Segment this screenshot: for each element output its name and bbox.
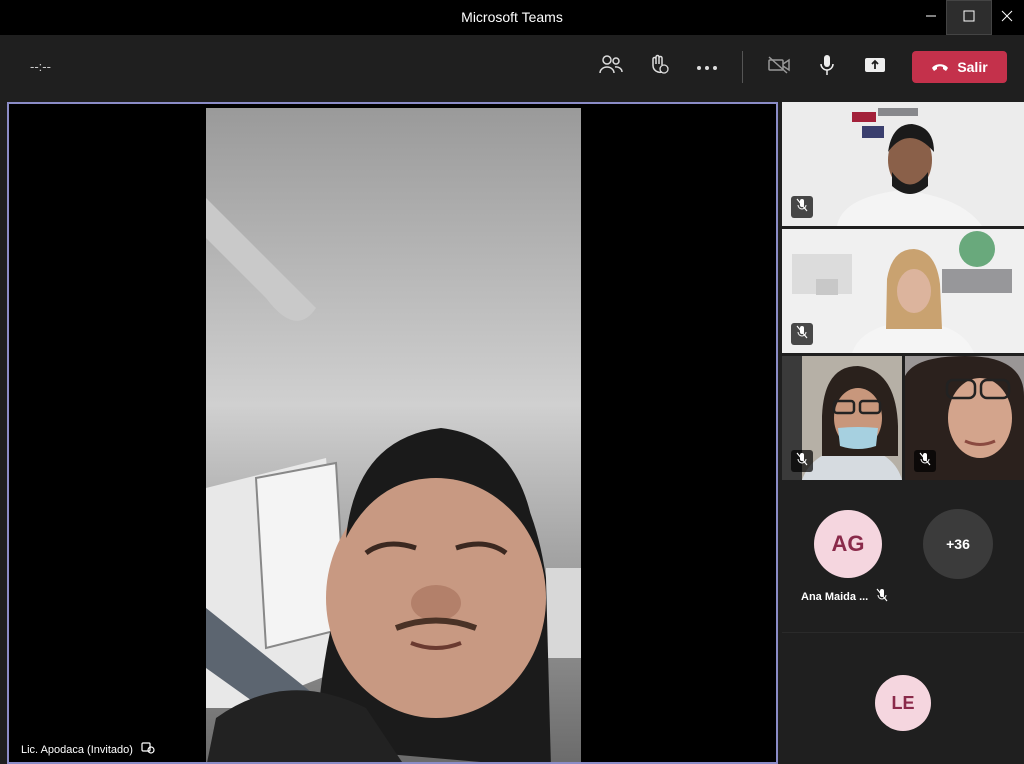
more-options-button[interactable] [693, 53, 721, 81]
video-tile[interactable] [782, 229, 1024, 353]
camera-toggle-button[interactable] [765, 53, 793, 81]
participant-name-tag: Ana Maida ... [801, 588, 888, 605]
video-tile[interactable] [782, 356, 902, 480]
phone-hangup-icon [931, 59, 949, 75]
leave-label: Salir [957, 59, 988, 75]
share-screen-button[interactable] [861, 53, 889, 81]
microphone-button[interactable] [813, 53, 841, 81]
window-title: Microsoft Teams [461, 9, 563, 25]
title-bar: Microsoft Teams [0, 0, 1024, 35]
minimize-icon [925, 9, 937, 27]
mic-off-badge [791, 196, 813, 218]
video-tile[interactable] [782, 102, 1024, 226]
video-tile-feed [782, 102, 1024, 226]
participant-avatar[interactable]: AG [814, 510, 882, 578]
meeting-timer: --:-- [30, 59, 51, 74]
raise-hand-icon [648, 54, 670, 81]
participants-icon [599, 54, 623, 81]
mic-off-icon [796, 198, 808, 217]
participant-name: Lic. Apodaca (Invitado) [21, 743, 133, 756]
microphone-icon [819, 54, 835, 81]
mic-off-icon [796, 452, 808, 471]
camera-off-icon [767, 55, 791, 79]
maximize-icon [963, 9, 975, 27]
toolbar-divider [742, 51, 743, 83]
video-tile[interactable] [905, 356, 1024, 480]
mic-off-icon [919, 452, 931, 471]
participants-button[interactable] [597, 53, 625, 81]
close-icon [1001, 9, 1013, 27]
mic-off-badge [791, 450, 813, 472]
share-screen-icon [864, 56, 886, 79]
main-video-label: Lic. Apodaca (Invitado) [21, 742, 155, 757]
more-options-icon [696, 58, 718, 76]
reactions-button[interactable] [645, 53, 673, 81]
mic-off-icon [876, 588, 888, 605]
mic-off-icon [796, 325, 808, 344]
main-video-tile[interactable]: Lic. Apodaca (Invitado) [7, 102, 778, 764]
meeting-toolbar: --:-- Salir [0, 35, 1024, 99]
mic-off-badge [791, 323, 813, 345]
participant-avatar[interactable]: LE [875, 675, 931, 731]
mic-off-badge [914, 450, 936, 472]
gallery-divider [782, 632, 1024, 633]
video-tile-feed [782, 229, 1024, 353]
more-participants-button[interactable]: +36 [923, 509, 993, 579]
main-video-feed [206, 108, 581, 762]
participant-name: Ana Maida ... [801, 590, 869, 603]
guest-icon [141, 742, 155, 757]
leave-button[interactable]: Salir [912, 51, 1007, 83]
close-button[interactable] [984, 0, 1024, 35]
